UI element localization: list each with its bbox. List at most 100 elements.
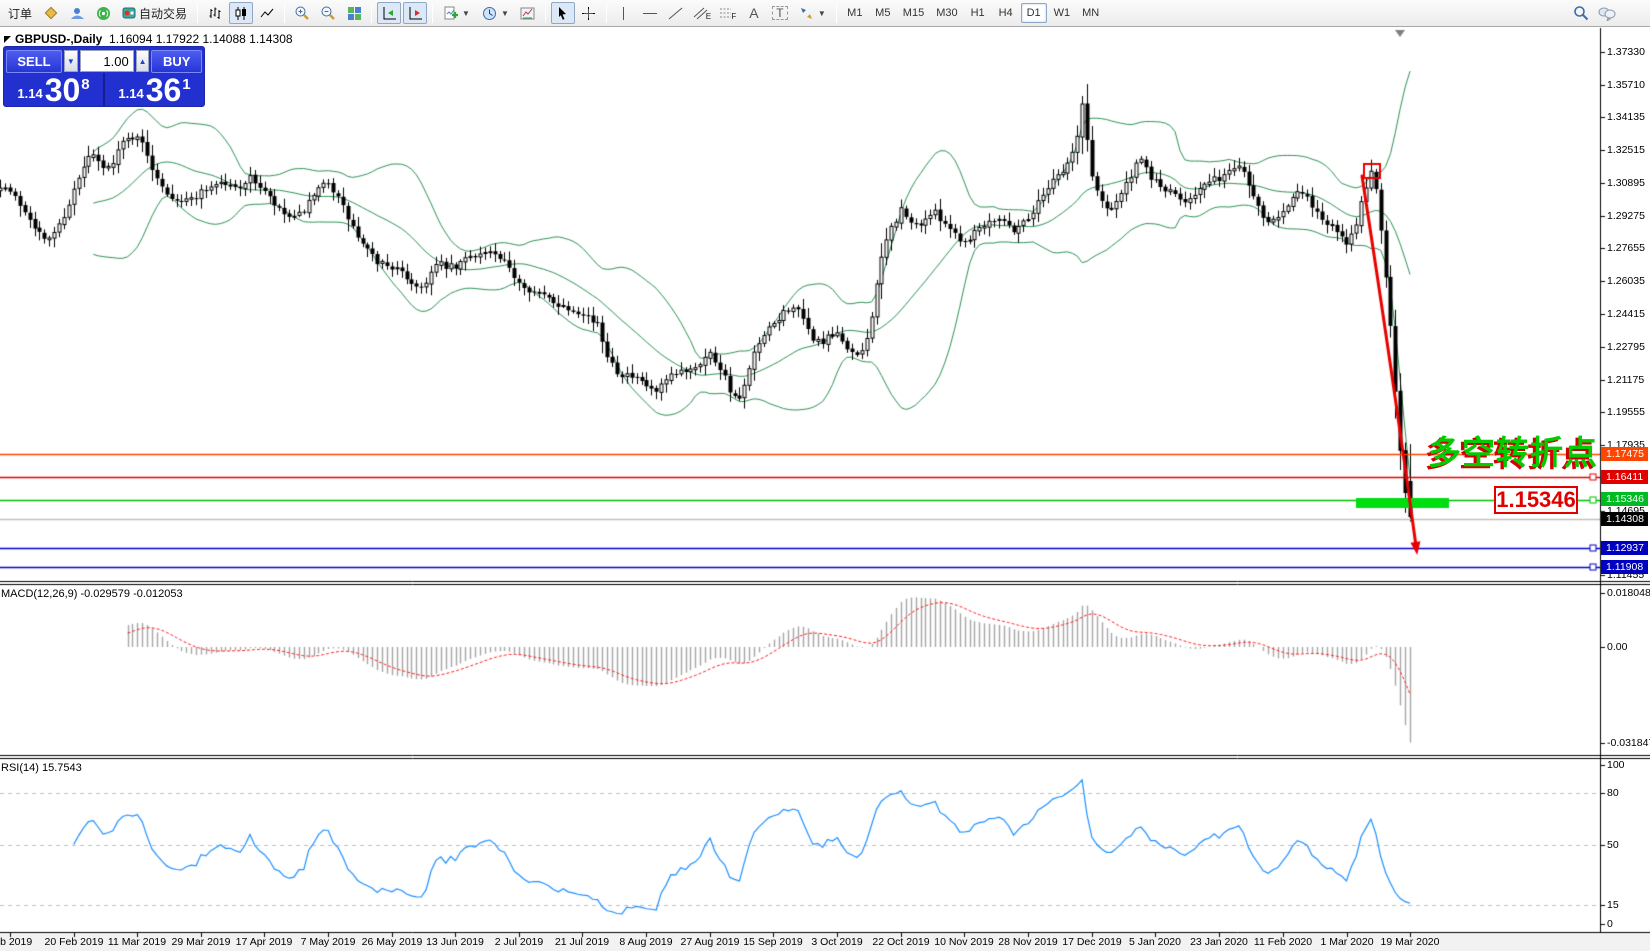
candlestick-icon[interactable] [229,2,253,24]
bid-price[interactable]: 1.14 30 8 [4,73,103,106]
price-label: 1.14308 [1601,512,1648,526]
price-tick: 1.29275 [1607,210,1645,222]
timeframe-button-mn[interactable]: MN [1077,3,1104,23]
chat-icon[interactable] [1595,2,1619,24]
ohlc-values: 1.16094 1.17922 1.14088 1.14308 [109,32,293,46]
date-label: 17 Dec 2019 [1062,936,1122,948]
timeframe-button-m30[interactable]: M30 [931,3,962,23]
channel-icon[interactable]: E [690,2,714,24]
ask-price-big: 36 [146,75,182,105]
auto-scroll-icon[interactable] [377,2,401,24]
symbol-period-label: GBPUSD-,Daily [15,32,102,46]
signals-icon[interactable] [91,2,115,24]
indicators-button[interactable]: ▼ [438,2,475,24]
date-label: 15 Sep 2019 [743,936,803,948]
turning-point-annotation[interactable]: 多空转折点 [1428,426,1598,474]
community-icon[interactable] [65,2,89,24]
macd-tick: 0.018048 [1607,587,1650,599]
sell-button[interactable]: SELL [6,50,62,73]
price-label: 1.17475 [1601,447,1648,461]
date-label: 8 Aug 2019 [619,936,672,948]
timeframe-button-m15[interactable]: M15 [898,3,929,23]
zoom-in-icon[interactable] [290,2,314,24]
price-tick: 1.21175 [1607,374,1644,386]
bar-chart-icon[interactable] [203,2,227,24]
ask-price-small: 1.14 [118,86,143,101]
rsi-tick: 0 [1607,918,1613,930]
timeframe-button-w1[interactable]: W1 [1049,3,1076,23]
timeframe-button-d1[interactable]: D1 [1021,3,1047,23]
search-icon[interactable] [1569,2,1593,24]
cursor-icon[interactable] [551,2,575,24]
rsi-tick: 80 [1607,787,1619,799]
price-tick: 1.35710 [1607,79,1645,91]
timeframe-button-m1[interactable]: M1 [842,3,868,23]
date-label: 11 Feb 2020 [1254,936,1312,948]
timeframe-button-m5[interactable]: M5 [870,3,896,23]
price-tick: 1.34135 [1607,111,1645,123]
trendline-icon[interactable] [664,2,688,24]
buy-button[interactable]: BUY [151,50,202,73]
volume-increase-button[interactable]: ▲ [136,50,150,72]
chart-title: GBPUSD-,Daily 1.16094 1.17922 1.14088 1.… [4,32,293,46]
date-label: 5 Jan 2020 [1129,936,1181,948]
autotrade-button[interactable]: 自动交易 [117,2,192,24]
collapse-panel-icon[interactable] [4,36,11,43]
vline-icon[interactable] [612,2,636,24]
timeframe-button-h4[interactable]: H4 [993,3,1019,23]
chart-canvas[interactable] [0,0,1650,951]
periods-button[interactable]: ▼ [477,2,514,24]
date-label: 2 Jul 2019 [495,936,543,948]
label-icon[interactable]: T [768,2,792,24]
rsi-tick: 50 [1607,839,1619,851]
date-label: 20 Feb 2019 [45,936,104,948]
rsi-tick: 15 [1607,899,1619,911]
new-order-label: 订单 [8,5,32,22]
volume-input[interactable] [80,50,134,72]
rsi-tick: 100 [1607,759,1625,771]
date-label: 27 Aug 2019 [681,936,740,948]
timeframe-button-h1[interactable]: H1 [965,3,991,23]
date-label: 26 May 2019 [362,936,423,948]
price-tick: 1.32515 [1607,144,1645,156]
arrows-button[interactable]: ▼ [794,2,831,24]
crosshair-icon[interactable] [577,2,601,24]
line-chart-icon[interactable] [255,2,279,24]
date-label: 21 Jul 2019 [555,936,609,948]
price-label: 1.12937 [1601,541,1648,555]
separator [545,3,546,23]
date-label: 19 Mar 2020 [1381,936,1440,948]
rsi-label: RSI(14) 15.7543 [1,762,82,774]
date-label: 13 Jun 2019 [426,936,484,948]
ask-price[interactable]: 1.14 36 1 [105,73,204,106]
fibo-letter: F [731,12,736,21]
new-order-button[interactable]: 订单 [3,2,37,24]
autotrade-label: 自动交易 [139,5,187,22]
chevron-down-icon: ▼ [818,9,826,18]
date-label: 17 Apr 2019 [236,936,293,948]
bid-price-small: 1.14 [17,86,42,101]
price-level-box[interactable]: 1.15346 [1494,486,1578,514]
chevron-down-icon: ▼ [501,9,509,18]
zoom-out-icon[interactable] [316,2,340,24]
separator [432,3,433,23]
cube-icon[interactable] [39,2,63,24]
text-icon[interactable]: A [742,2,766,24]
date-label: 7 May 2019 [301,936,356,948]
fibonacci-icon[interactable]: F [716,2,740,24]
chart-shift-icon[interactable] [403,2,427,24]
volume-decrease-button[interactable]: ▼ [64,50,78,72]
templates-icon[interactable] [516,2,540,24]
date-label: 10 Nov 2019 [934,936,994,948]
price-tick: 1.37330 [1607,46,1645,58]
hline-icon[interactable] [638,2,662,24]
date-label: 1 Mar 2020 [1320,936,1373,948]
macd-tick: -0.031847 [1607,737,1650,749]
date-label: 29 Mar 2019 [172,936,231,948]
tile-windows-icon[interactable] [342,2,366,24]
one-click-trading-panel: SELL ▼ ▲ BUY 1.14 30 8 1.14 36 1 [3,46,205,107]
channel-letter: E [706,12,711,21]
one-click-top-row: SELL ▼ ▲ BUY [4,47,204,73]
date-label: 3 Oct 2019 [811,936,862,948]
autotrade-icon [122,6,136,20]
